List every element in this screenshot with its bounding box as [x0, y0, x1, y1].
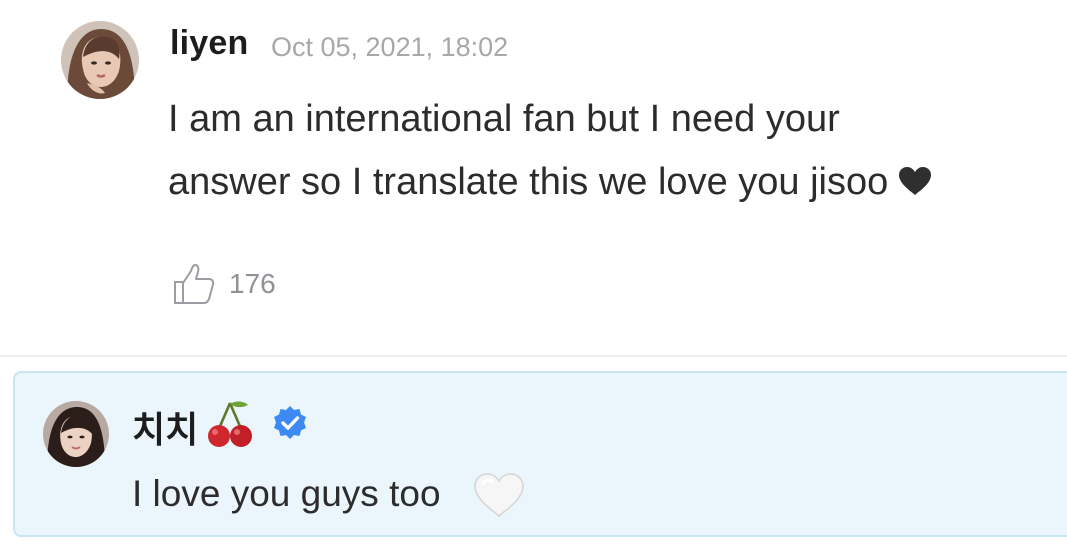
commenter-avatar[interactable] [61, 21, 139, 99]
comment-timestamp: Oct 05, 2021, 18:02 [271, 32, 509, 62]
comment-body-line-1: I am an international fan but I need you… [168, 98, 840, 140]
reply-author-name[interactable]: 치치 [132, 401, 198, 453]
comment-body-line-2: answer so I translate this we love you j… [168, 151, 1048, 214]
reply-card: 치치 I love you guys too [13, 371, 1067, 537]
black-heart-icon [899, 166, 932, 195]
cherry-icon [208, 401, 252, 447]
white-heart-icon [474, 473, 524, 518]
avatar-image [61, 21, 139, 99]
reply-author-avatar[interactable] [43, 401, 109, 467]
comment-body-line-2-text: answer so I translate this we love you j… [168, 161, 889, 203]
like-count: 176 [229, 268, 276, 299]
avatar-image [43, 401, 109, 467]
divider [0, 355, 1067, 357]
thumbs-up-icon[interactable] [172, 262, 216, 306]
comment-card: liyen Oct 05, 2021, 18:02 I am an intern… [0, 0, 1067, 356]
verified-badge-icon [274, 406, 306, 439]
reply-body: I love you guys too [132, 473, 441, 514]
comment-body: I am an international fan but I need you… [168, 88, 1048, 214]
commenter-username[interactable]: liyen [170, 24, 248, 63]
